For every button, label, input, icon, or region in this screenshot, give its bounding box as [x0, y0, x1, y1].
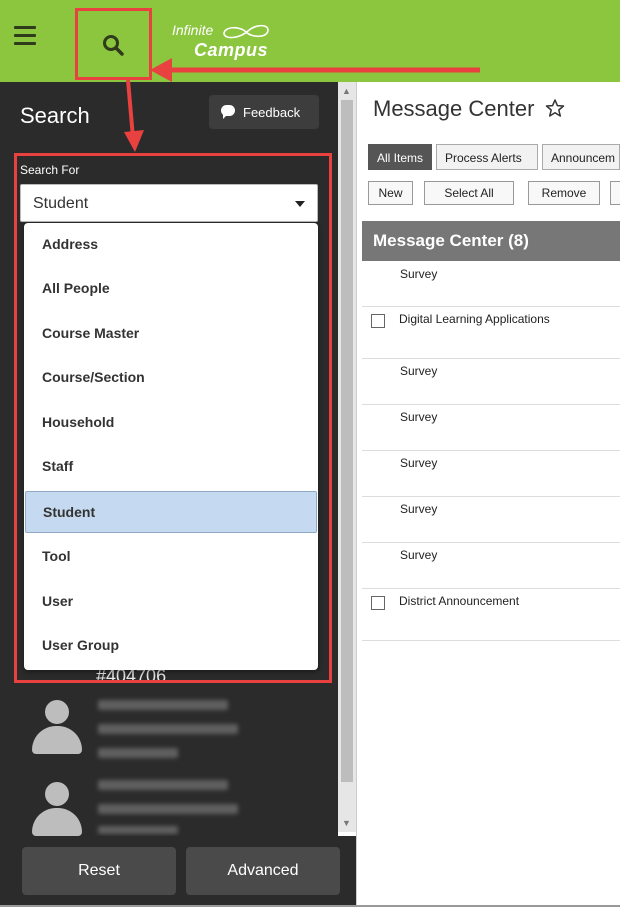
arrow-down-icon: [124, 130, 144, 152]
annotation-arrows: [124, 58, 480, 152]
arrow-left-icon: [150, 58, 172, 82]
